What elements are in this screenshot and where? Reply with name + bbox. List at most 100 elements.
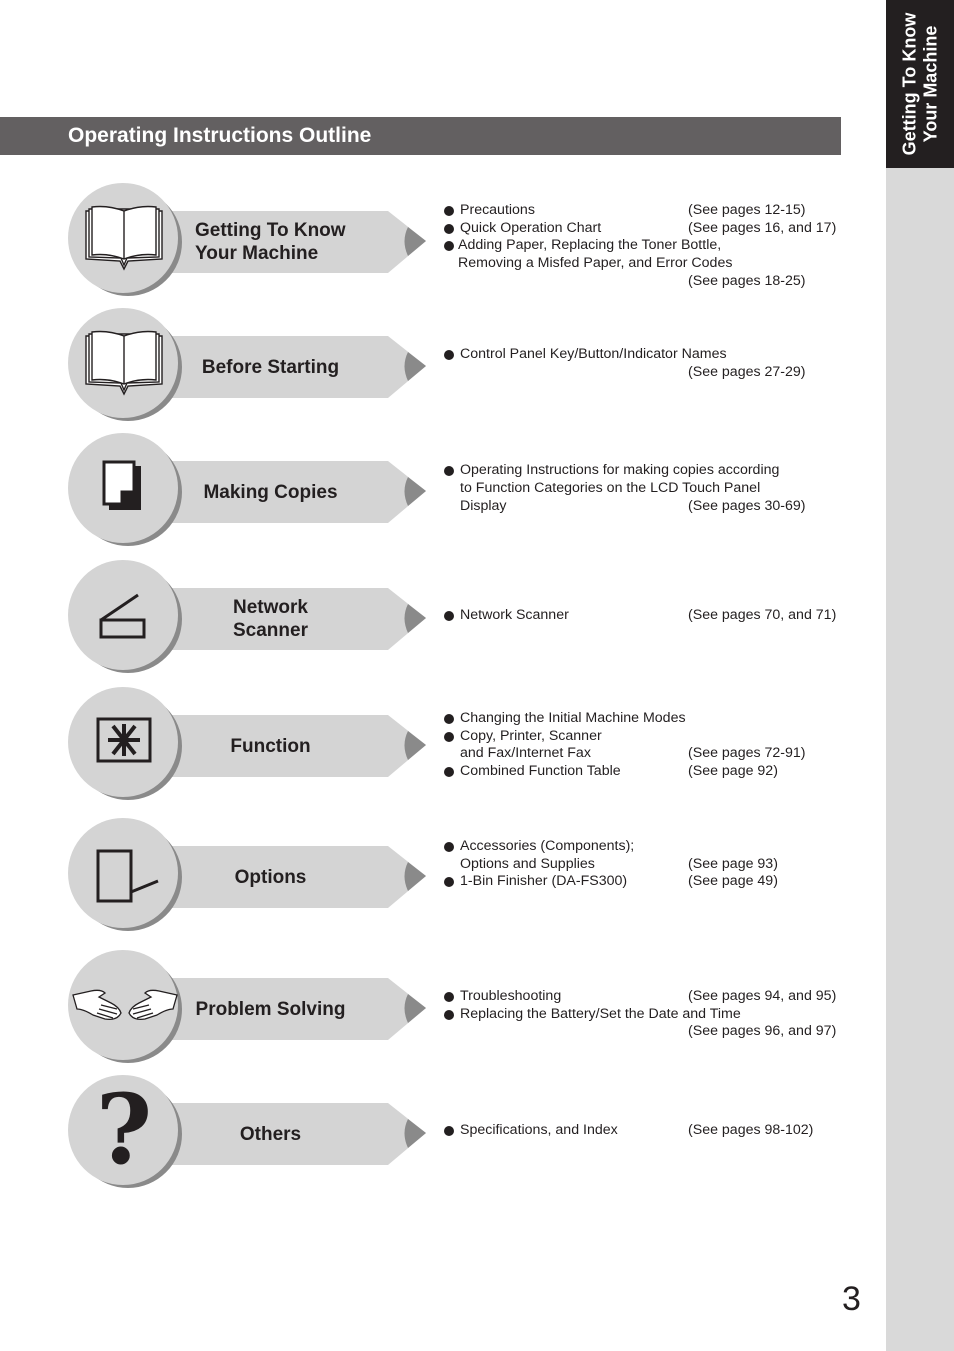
side-tab-label[interactable]: Getting To Know Your Machine bbox=[886, 0, 954, 168]
icon-circle[interactable] bbox=[68, 560, 178, 670]
description-item: Copy, Printer, Scanner bbox=[442, 728, 852, 746]
open-book-icon bbox=[82, 203, 166, 280]
section-label-line: Making Copies bbox=[203, 481, 338, 503]
icon-circle[interactable]: ? bbox=[68, 1073, 178, 1186]
section-label[interactable]: Network Scanner bbox=[173, 596, 368, 642]
item-text: Display bbox=[460, 497, 507, 514]
section-description: Specifications, and Index (See pages 98-1… bbox=[442, 1122, 852, 1140]
item-text: Copy, Printer, Scanner bbox=[460, 727, 602, 744]
page-reference[interactable]: (See pages 70, and 71) bbox=[688, 607, 836, 625]
svg-text:?: ? bbox=[96, 1085, 152, 1171]
bullet-icon bbox=[444, 767, 454, 778]
description-item: (See pages 18-25) bbox=[442, 273, 852, 291]
page-reference[interactable]: (See pages 30-69) bbox=[688, 498, 806, 516]
page-reference[interactable]: (See pages 72-91) bbox=[688, 745, 806, 763]
bullet-icon bbox=[444, 350, 454, 361]
description-item: Precautions (See pages 12-15) bbox=[442, 202, 852, 220]
bullet-icon bbox=[444, 714, 454, 724]
bullet-icon bbox=[444, 611, 454, 622]
arrow-tip bbox=[404, 994, 426, 1023]
section-label[interactable]: Making Copies bbox=[173, 481, 368, 504]
section-label-line: Network bbox=[233, 597, 308, 618]
description-item: Options and Supplies (See page 93) bbox=[442, 856, 852, 874]
section-description: Changing the Initial Machine Modes Copy, … bbox=[442, 710, 852, 781]
description-item: Changing the Initial Machine Modes bbox=[442, 710, 852, 728]
description-item: (See pages 96, and 97) bbox=[442, 1023, 852, 1041]
description-item: Control Panel Key/Button/Indicator Names bbox=[442, 346, 852, 364]
page-reference[interactable]: (See pages 18-25) bbox=[688, 273, 806, 291]
section-label[interactable]: Options bbox=[173, 866, 368, 889]
description-item: Troubleshooting (See pages 94, and 95) bbox=[442, 988, 852, 1006]
icon-circle[interactable] bbox=[68, 950, 178, 1060]
arrow-tip bbox=[404, 731, 426, 760]
item-text: Changing the Initial Machine Modes bbox=[460, 710, 686, 726]
item-text: Options and Supplies bbox=[460, 855, 595, 872]
description-item: Adding Paper, Replacing the Toner Bottle… bbox=[442, 237, 852, 255]
description-item: Display (See pages 30-69) bbox=[442, 498, 852, 516]
page-number: 3 bbox=[842, 1280, 861, 1318]
page-reference[interactable]: (See pages 98-102) bbox=[688, 1122, 813, 1140]
section-description: Accessories (Components); Options and Sup… bbox=[442, 838, 852, 891]
scanner-icon bbox=[98, 593, 150, 646]
description-item: Specifications, and Index (See pages 98-1… bbox=[442, 1122, 852, 1140]
item-text: to Function Categories on the LCD Touch … bbox=[460, 480, 761, 497]
bullet-icon bbox=[444, 206, 454, 216]
icon-circle[interactable] bbox=[68, 818, 178, 928]
section-description: Network Scanner (See pages 70, and 71) bbox=[442, 607, 852, 625]
function-asterisk-icon bbox=[96, 717, 152, 768]
section-others: ? Others Specifications, and Index (See pa… bbox=[68, 1073, 868, 1190]
description-item: Operating Instructions for making copies… bbox=[442, 462, 852, 480]
item-text: Control Panel Key/Button/Indicator Names bbox=[460, 346, 727, 363]
section-label[interactable]: Before Starting bbox=[173, 356, 368, 379]
section-label[interactable]: Function bbox=[173, 735, 368, 758]
bullet-icon bbox=[444, 877, 454, 888]
page-reference[interactable]: (See page 93) bbox=[688, 856, 778, 874]
open-book-icon bbox=[82, 328, 166, 405]
section-label[interactable]: Problem Solving bbox=[173, 998, 368, 1021]
description-item: Combined Function Table (See page 92) bbox=[442, 763, 852, 781]
section-options: Options Accessories (Components); Options … bbox=[68, 818, 868, 933]
section-before-starting: Before Starting Control Panel Key/Button/… bbox=[68, 308, 868, 423]
section-network-scanner: Network Scanner Network Scanner (See pages … bbox=[68, 560, 868, 675]
item-text: Replacing the Battery/Set the Date and T… bbox=[460, 1005, 741, 1022]
icon-circle[interactable] bbox=[68, 687, 178, 797]
section-label-line: Options bbox=[234, 866, 307, 888]
question-mark-icon: ? bbox=[96, 1073, 152, 1186]
section-label-line: Your Machine bbox=[195, 243, 319, 264]
icon-circle[interactable] bbox=[68, 433, 178, 543]
page-reference[interactable]: (See pages 94, and 95) bbox=[688, 988, 836, 1006]
description-item: Replacing the Battery/Set the Date and T… bbox=[442, 1006, 852, 1024]
arrow-tip bbox=[404, 227, 426, 256]
icon-circle[interactable] bbox=[68, 183, 178, 293]
section-label[interactable]: Getting To Know Your Machine bbox=[195, 219, 390, 265]
page-reference[interactable]: (See page 92) bbox=[688, 763, 778, 781]
title-bar: Operating Instructions Outline bbox=[0, 117, 841, 155]
section-label[interactable]: Others bbox=[173, 1123, 368, 1146]
page-reference[interactable]: (See pages 12-15) bbox=[688, 202, 806, 220]
page-reference[interactable]: (See pages 27-29) bbox=[688, 364, 806, 382]
description-item: Quick Operation Chart (See pages 16, and … bbox=[442, 220, 852, 238]
section-description: Troubleshooting (See pages 94, and 95) Rep… bbox=[442, 988, 852, 1041]
arrow-tip bbox=[404, 352, 426, 381]
arrow-tip bbox=[404, 477, 426, 506]
page-reference[interactable]: (See pages 96, and 97) bbox=[688, 1023, 836, 1041]
item-text: Network Scanner bbox=[460, 607, 569, 624]
item-text: Specifications, and Index bbox=[460, 1122, 618, 1139]
item-text: Removing a Misfed Paper, and Error Codes bbox=[458, 255, 733, 272]
section-description: Operating Instructions for making copies… bbox=[442, 462, 852, 515]
item-text: Combined Function Table bbox=[460, 763, 621, 780]
section-description: Control Panel Key/Button/Indicator Names… bbox=[442, 346, 852, 381]
section-label-line: Others bbox=[239, 1123, 302, 1145]
page-reference[interactable]: (See pages 16, and 17) bbox=[688, 220, 836, 238]
section-label-line: Before Starting bbox=[201, 356, 340, 378]
side-tab-label-line1: Getting To Know bbox=[899, 12, 920, 156]
bullet-icon bbox=[444, 241, 454, 252]
helping-hands-icon bbox=[71, 987, 179, 1032]
options-tray-icon bbox=[95, 848, 161, 909]
bullet-icon bbox=[444, 223, 454, 234]
page-reference[interactable]: (See page 49) bbox=[688, 873, 778, 891]
arrow-tip bbox=[404, 1119, 426, 1148]
icon-circle[interactable] bbox=[68, 308, 178, 418]
description-item: Removing a Misfed Paper, and Error Codes bbox=[442, 255, 852, 273]
item-text: Accessories (Components); bbox=[460, 838, 635, 854]
